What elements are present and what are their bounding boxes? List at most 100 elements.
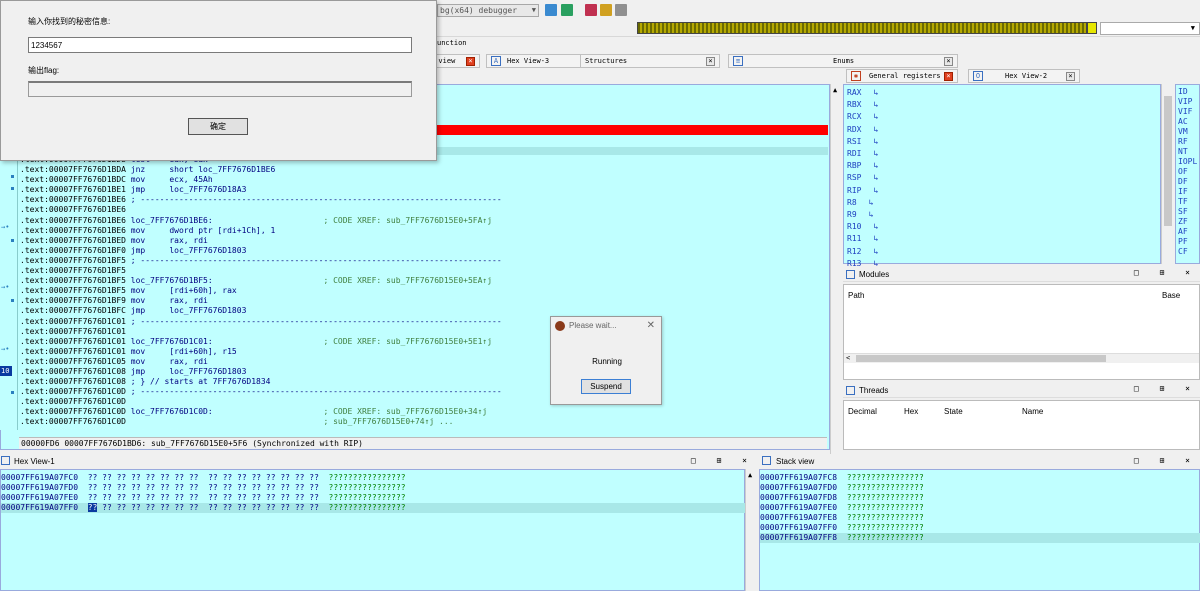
scroll-up-icon[interactable]: ▲ bbox=[748, 471, 752, 479]
close-icon[interactable]: × bbox=[466, 57, 475, 66]
code-line[interactable]: .text:00007FF7676D1BE6 bbox=[20, 205, 830, 215]
stack-row[interactable]: 00007FF619A07FC8 ???????????????? bbox=[760, 473, 1200, 483]
code-line[interactable]: .text:00007FF7676D1BDA jnz short loc_7FF… bbox=[20, 165, 830, 175]
code-line[interactable]: .text:00007FF7676D1BE6 ; ---------------… bbox=[20, 195, 830, 205]
code-line[interactable]: .text:00007FF7676D1BED mov rax, rdi bbox=[20, 236, 830, 246]
flag-af[interactable]: AF bbox=[1178, 227, 1188, 237]
tab-enums[interactable]: ≡ Enums × bbox=[728, 54, 958, 68]
hex-row[interactable]: 00007FF619A07FF0 ?? ?? ?? ?? ?? ?? ?? ??… bbox=[1, 503, 746, 513]
flag-tf[interactable]: TF bbox=[1178, 197, 1188, 207]
register-rcx[interactable]: RCX ↳ bbox=[847, 111, 907, 123]
threads-list[interactable]: Decimal Hex State Name bbox=[843, 400, 1200, 450]
panel-window-buttons[interactable]: □ ⊞ × bbox=[691, 456, 755, 465]
register-rsi[interactable]: RSI ↳ bbox=[847, 136, 907, 148]
close-icon[interactable]: × bbox=[1066, 72, 1075, 81]
hex-row[interactable]: 00007FF619A07FD0 ?? ?? ?? ?? ?? ?? ?? ??… bbox=[1, 483, 746, 493]
register-r10[interactable]: R10 ↳ bbox=[847, 221, 907, 233]
flag-df[interactable]: DF bbox=[1178, 177, 1188, 187]
stack-row[interactable]: 00007FF619A07FD8 ???????????????? bbox=[760, 493, 1200, 503]
code-line[interactable]: .text:00007FF7676D1C01 ; ---------------… bbox=[20, 317, 830, 327]
hex-row[interactable]: 00007FF619A07FC0 ?? ?? ?? ?? ?? ?? ?? ??… bbox=[1, 473, 746, 483]
scrollbar-thumb[interactable] bbox=[856, 355, 1106, 362]
hex-row[interactable]: 00007FF619A07FE0 ?? ?? ?? ?? ?? ?? ?? ??… bbox=[1, 493, 746, 503]
code-line[interactable]: .text:00007FF7676D1BE6 mov dword ptr [rd… bbox=[20, 226, 830, 236]
column-decimal[interactable]: Decimal bbox=[848, 407, 877, 416]
code-line[interactable]: .text:00007FF7676D1C01 loc_7FF7676D1C01:… bbox=[20, 337, 830, 347]
register-r8[interactable]: R8 ↳ bbox=[847, 197, 907, 209]
suspend-button[interactable]: Suspend bbox=[581, 379, 631, 394]
hex-view-1-scrollbar[interactable]: ▲ bbox=[745, 469, 757, 591]
scrollbar-thumb[interactable] bbox=[1164, 96, 1172, 226]
stack-row[interactable]: 00007FF619A07FF8 ???????????????? bbox=[760, 533, 1200, 543]
ok-button[interactable]: 确定 bbox=[188, 118, 248, 135]
stack-view-body[interactable]: 00007FF619A07FC8 ???????????????? 00007FF… bbox=[759, 469, 1200, 591]
flag-vm[interactable]: VM bbox=[1178, 127, 1188, 137]
register-r11[interactable]: R11 ↳ bbox=[847, 233, 907, 245]
code-line[interactable]: .text:00007FF7676D1BDC mov ecx, 45Ah bbox=[20, 175, 830, 185]
column-name[interactable]: Name bbox=[1022, 407, 1043, 416]
close-icon[interactable]: × bbox=[706, 57, 715, 66]
register-rsp[interactable]: RSP ↳ bbox=[847, 172, 907, 184]
code-line[interactable]: .text:00007FF7676D1BF5 mov [rdi+60h], ra… bbox=[20, 286, 830, 296]
code-line[interactable]: .text:00007FF7676D1BF5 bbox=[20, 266, 830, 276]
code-line[interactable]: .text:00007FF7676D1C01 mov [rdi+60h], r1… bbox=[20, 347, 830, 357]
code-line[interactable]: .text:00007FF7676D1C08 ; } // starts at … bbox=[20, 377, 830, 387]
close-icon[interactable]: ✕ bbox=[647, 320, 655, 331]
code-line[interactable]: .text:00007FF7676D1C01 bbox=[20, 327, 830, 337]
navigation-band[interactable] bbox=[637, 22, 1087, 34]
code-line[interactable]: .text:00007FF7676D1C0D bbox=[20, 397, 830, 407]
refresh-icon[interactable] bbox=[561, 4, 573, 16]
stack-row[interactable]: 00007FF619A07FE0 ???????????????? bbox=[760, 503, 1200, 513]
column-hex[interactable]: Hex bbox=[904, 407, 918, 416]
close-icon[interactable]: × bbox=[944, 72, 953, 81]
stack-row[interactable]: 00007FF619A07FF0 ???????????????? bbox=[760, 523, 1200, 533]
code-line[interactable]: .text:00007FF7676D1BE6 loc_7FF7676D1BE6:… bbox=[20, 216, 830, 226]
flag-icon[interactable] bbox=[615, 4, 627, 16]
code-line[interactable]: .text:00007FF7676D1C0D loc_7FF7676D1C0D:… bbox=[20, 407, 830, 417]
flag-of[interactable]: OF bbox=[1178, 167, 1188, 177]
scroll-up-icon[interactable]: ▲ bbox=[833, 86, 837, 94]
code-line[interactable]: .text:00007FF7676D1BE1 jmp loc_7FF7676D1… bbox=[20, 185, 830, 195]
flag-iopl[interactable]: IOPL bbox=[1178, 157, 1197, 167]
disassembly-scrollbar[interactable]: ▲ bbox=[830, 84, 842, 454]
panel-window-buttons[interactable]: □ ⊞ × bbox=[1134, 384, 1198, 393]
column-path[interactable]: Path bbox=[848, 291, 864, 300]
thread-icon[interactable] bbox=[600, 4, 612, 16]
register-rdx[interactable]: RDX ↳ bbox=[847, 124, 907, 136]
tab-structures[interactable]: Structures × bbox=[580, 54, 720, 68]
hex-cursor[interactable]: ?? bbox=[87, 503, 98, 512]
flag-id[interactable]: ID bbox=[1178, 87, 1188, 97]
flag-cf[interactable]: CF bbox=[1178, 247, 1188, 257]
registers-scrollbar[interactable] bbox=[1161, 84, 1173, 264]
flag-pf[interactable]: PF bbox=[1178, 237, 1188, 247]
tab-hex-view-2[interactable]: O Hex View-2 × bbox=[968, 69, 1080, 83]
flag-nt[interactable]: NT bbox=[1178, 147, 1188, 157]
code-line[interactable]: .text:00007FF7676D1C0D ; sub_7FF7676D15E… bbox=[20, 417, 830, 427]
register-rbp[interactable]: RBP ↳ bbox=[847, 160, 907, 172]
hex-view-1-body[interactable]: 00007FF619A07FC0 ?? ?? ?? ?? ?? ?? ?? ??… bbox=[0, 469, 746, 591]
tab-general-registers[interactable]: ✱ General registers × bbox=[846, 69, 958, 83]
register-rax[interactable]: RAX ↳ bbox=[847, 87, 907, 99]
breakpoint-list-icon[interactable] bbox=[585, 4, 597, 16]
flag-vip[interactable]: VIP bbox=[1178, 97, 1192, 107]
panel-window-buttons[interactable]: □ ⊞ × bbox=[1134, 268, 1198, 277]
flag-rf[interactable]: RF bbox=[1178, 137, 1188, 147]
register-r9[interactable]: R9 ↳ bbox=[847, 209, 907, 221]
code-line[interactable]: .text:00007FF7676D1BFC jmp loc_7FF7676D1… bbox=[20, 306, 830, 316]
code-line[interactable]: .text:00007FF7676D1C0D ; ---------------… bbox=[20, 387, 830, 397]
stack-row[interactable]: 00007FF619A07FE8 ???????????????? bbox=[760, 513, 1200, 523]
close-icon[interactable]: × bbox=[944, 57, 953, 66]
code-line[interactable]: .text:00007FF7676D1C05 mov rax, rdi bbox=[20, 357, 830, 367]
flag-sf[interactable]: SF bbox=[1178, 207, 1188, 217]
modules-hscrollbar[interactable]: < bbox=[844, 353, 1199, 363]
code-line[interactable]: .text:00007FF7676D1BF9 mov rax, rdi bbox=[20, 296, 830, 306]
code-line[interactable]: .text:00007FF7676D1BF5 ; ---------------… bbox=[20, 256, 830, 266]
code-line[interactable]: .text:00007FF7676D1BF0 jmp loc_7FF7676D1… bbox=[20, 246, 830, 256]
flag-ac[interactable]: AC bbox=[1178, 117, 1188, 127]
register-rip[interactable]: RIP ↳ bbox=[847, 185, 907, 197]
navigation-band-dropdown[interactable]: ▼ bbox=[1100, 22, 1200, 35]
stack-row[interactable]: 00007FF619A07FD0 ???????????????? bbox=[760, 483, 1200, 493]
modules-list[interactable]: Path Base < bbox=[843, 284, 1200, 380]
flag-zf[interactable]: ZF bbox=[1178, 217, 1188, 227]
flag-vif[interactable]: VIF bbox=[1178, 107, 1192, 117]
